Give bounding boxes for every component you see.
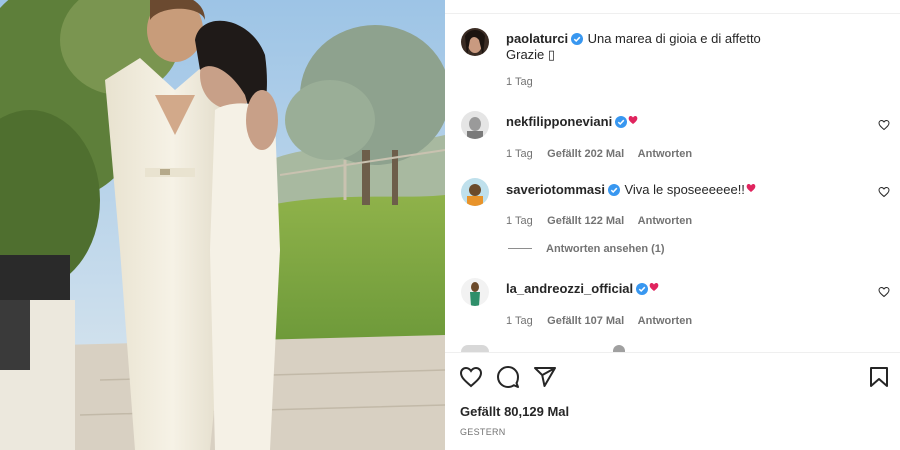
reply-button[interactable]: Antworten — [638, 148, 692, 160]
comment-avatar[interactable] — [461, 278, 489, 306]
red-heart-emoji-icon — [746, 180, 756, 198]
comment-time[interactable]: 1 Tag — [506, 215, 533, 227]
comment-text: Viva le sposeeeeee!! — [624, 182, 745, 197]
comment-likes[interactable]: Gefällt 122 Mal — [547, 215, 624, 227]
comment-avatar[interactable] — [461, 345, 489, 352]
caption-text-line2: Grazie ▯ — [506, 47, 556, 62]
reply-button[interactable]: Antworten — [638, 215, 692, 227]
comment-likes[interactable]: Gefällt 202 Mal — [547, 148, 624, 160]
comment-3: la_andreozzi_official — [506, 279, 659, 300]
comment-2: saveriotommasi Viva le sposeeeeee!! — [506, 180, 756, 201]
post-date[interactable]: GESTERN — [460, 427, 506, 437]
comment-1-meta: 1 Tag Gefällt 202 Mal Antworten — [506, 144, 692, 162]
comment-username[interactable]: saveriotommasi — [506, 182, 605, 197]
replies-line — [508, 248, 532, 249]
red-heart-emoji-icon — [628, 112, 638, 130]
divider — [445, 13, 900, 14]
post-side-pane: paolaturci Una marea di gioia e di affet… — [445, 0, 900, 450]
verified-icon — [636, 282, 649, 300]
verified-icon — [615, 115, 628, 133]
bookmark-icon[interactable] — [867, 365, 891, 389]
heart-icon[interactable] — [459, 365, 483, 389]
comment-likes[interactable]: Gefällt 107 Mal — [547, 315, 624, 327]
comment-3-meta: 1 Tag Gefällt 107 Mal Antworten — [506, 311, 692, 329]
divider — [445, 352, 900, 353]
post-photo[interactable] — [0, 0, 445, 450]
author-avatar[interactable] — [461, 28, 489, 56]
caption-text-line1: Una marea di gioia e di affetto — [587, 31, 761, 46]
comment-avatar[interactable] — [461, 111, 489, 139]
comment-2-meta: 1 Tag Gefällt 122 Mal Antworten — [506, 211, 692, 229]
comment-like-heart-icon[interactable] — [878, 286, 890, 298]
comment-avatar[interactable] — [461, 178, 489, 206]
comment-like-heart-icon[interactable] — [878, 119, 890, 131]
verified-icon — [613, 345, 625, 352]
caption-time[interactable]: 1 Tag — [506, 76, 533, 88]
comment-time[interactable]: 1 Tag — [506, 315, 533, 327]
reply-button[interactable]: Antworten — [638, 315, 692, 327]
comment-icon[interactable] — [496, 365, 520, 389]
comment-like-heart-icon[interactable] — [878, 186, 890, 198]
comment-1: nekfilipponeviani — [506, 112, 638, 133]
likes-count[interactable]: Gefällt 80,129 Mal — [460, 404, 569, 419]
author-username[interactable]: paolaturci — [506, 31, 568, 46]
comment-time[interactable]: 1 Tag — [506, 148, 533, 160]
comment-username[interactable]: nekfilipponeviani — [506, 114, 612, 129]
view-replies-button[interactable]: Antworten ansehen (1) — [546, 243, 665, 255]
comment-username[interactable]: la_andreozzi_official — [506, 281, 633, 296]
verified-icon — [608, 183, 620, 201]
share-icon[interactable] — [533, 365, 557, 389]
verified-icon — [571, 32, 584, 50]
red-heart-emoji-icon — [649, 279, 659, 297]
